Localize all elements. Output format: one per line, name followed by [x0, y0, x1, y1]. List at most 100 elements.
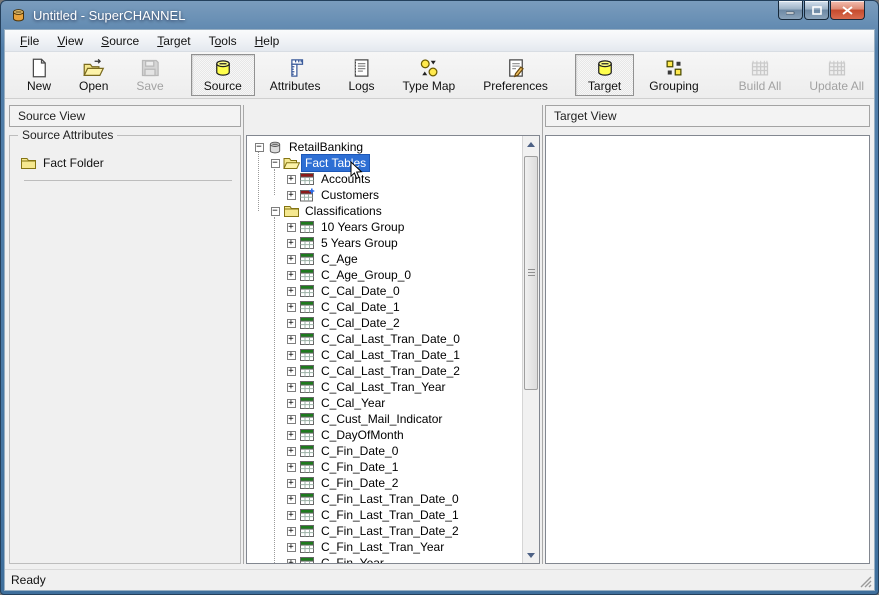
toolbar-button-new[interactable]: New	[14, 54, 64, 96]
toolbar-button-target[interactable]: Target	[575, 54, 634, 96]
toolbar-button-logs[interactable]: Logs	[335, 54, 387, 96]
expand-toggle-icon[interactable]: +	[287, 287, 296, 296]
tree-item-label[interactable]: C_Cal_Last_Tran_Date_1	[318, 347, 463, 363]
tree-item-label[interactable]: C_Fin_Last_Tran_Date_0	[318, 491, 462, 507]
tree-item-label[interactable]: C_Fin_Last_Tran_Year	[318, 539, 447, 555]
expand-toggle-icon[interactable]: +	[287, 367, 296, 376]
expand-toggle-icon[interactable]: +	[287, 543, 296, 552]
tree-item-c-cal-year[interactable]: + C_Cal_Year	[251, 395, 522, 411]
toolbar-button-grouping[interactable]: Grouping	[636, 54, 711, 96]
tree-item-label[interactable]: C_Cal_Year	[318, 395, 388, 411]
tree-item-label[interactable]: Customers	[318, 187, 382, 203]
tree-item-5-years-group[interactable]: +5 Years Group	[251, 235, 522, 251]
tree-item-label[interactable]: C_Age_Group_0	[318, 267, 414, 283]
menu-item-source[interactable]: Source	[92, 31, 148, 51]
tree-item-c-fin-date-0[interactable]: + C_Fin_Date_0	[251, 443, 522, 459]
expand-toggle-icon[interactable]: +	[287, 175, 296, 184]
expand-toggle-icon[interactable]: +	[287, 383, 296, 392]
tree-item-c-fin-year[interactable]: + C_Fin_Year	[251, 555, 522, 563]
tree-item-label[interactable]: C_Fin_Year	[318, 555, 387, 563]
tree-item-c-fin-last-tran-date-1[interactable]: + C_Fin_Last_Tran_Date_1	[251, 507, 522, 523]
tree-item-label[interactable]: C_Cal_Last_Tran_Year	[318, 379, 449, 395]
maximize-button[interactable]	[804, 1, 829, 20]
tree-item-c-age[interactable]: + C_Age	[251, 251, 522, 267]
tree-scrollbar[interactable]	[522, 136, 539, 563]
toolbar-button-open[interactable]: Open	[66, 54, 121, 96]
tree-item-10-years-group[interactable]: +10 Years Group	[251, 219, 522, 235]
expand-toggle-icon[interactable]: +	[287, 351, 296, 360]
tree-item-c-fin-last-tran-date-0[interactable]: + C_Fin_Last_Tran_Date_0	[251, 491, 522, 507]
tree-item-label[interactable]: C_Cal_Date_2	[318, 315, 403, 331]
tree-item-label[interactable]: C_Cal_Last_Tran_Date_0	[318, 331, 463, 347]
tree-item-c-cal-date-2[interactable]: + C_Cal_Date_2	[251, 315, 522, 331]
expand-toggle-icon[interactable]: +	[287, 303, 296, 312]
tree-item-customers[interactable]: + Customers	[251, 187, 522, 203]
tree-item-c-fin-date-2[interactable]: +C_Fin_Date_2	[251, 475, 522, 491]
expand-toggle-icon[interactable]: +	[287, 495, 296, 504]
expand-toggle-icon[interactable]: +	[287, 223, 296, 232]
tree-item-label[interactable]: C_Cal_Date_0	[318, 283, 403, 299]
minimize-button[interactable]	[778, 1, 803, 20]
expand-toggle-icon[interactable]: +	[287, 271, 296, 280]
toolbar-button-type-map[interactable]: Type Map	[390, 54, 469, 96]
resize-grip-icon[interactable]	[859, 575, 872, 588]
titlebar[interactable]: Untitled - SuperCHANNEL	[4, 1, 875, 29]
menu-item-tools[interactable]: Tools	[200, 31, 246, 51]
tree-item-c-cal-last-tran-year[interactable]: + C_Cal_Last_Tran_Year	[251, 379, 522, 395]
tree-item-accounts[interactable]: + Accounts	[251, 171, 522, 187]
expand-toggle-icon[interactable]: +	[287, 399, 296, 408]
tree-item-retailbanking[interactable]: − RetailBanking	[251, 139, 522, 155]
tree-item-c-cal-date-0[interactable]: + C_Cal_Date_0	[251, 283, 522, 299]
tree-item-label[interactable]: Classifications	[302, 203, 385, 219]
expand-toggle-icon[interactable]: +	[287, 335, 296, 344]
tree-item-fact-tables[interactable]: − Fact Tables	[251, 155, 522, 171]
tree-item-c-cal-last-tran-date-2[interactable]: + C_Cal_Last_Tran_Date_2	[251, 363, 522, 379]
tree-item-classifications[interactable]: − Classifications	[251, 203, 522, 219]
collapse-toggle-icon[interactable]: −	[271, 159, 280, 168]
tree-item-c-age-group-0[interactable]: + C_Age_Group_0	[251, 267, 522, 283]
scrollbar-up-button[interactable]	[523, 136, 539, 152]
scrollbar-thumb[interactable]	[524, 156, 538, 390]
target-tree-empty[interactable]	[545, 135, 870, 564]
tree-item-c-dayofmonth[interactable]: + C_DayOfMonth	[251, 427, 522, 443]
expand-toggle-icon[interactable]: +	[287, 191, 296, 200]
tree-item-label[interactable]: C_Age	[318, 251, 361, 267]
tree-item-label[interactable]: C_Fin_Date_2	[318, 475, 401, 491]
tree-item-label[interactable]: Fact Tables	[302, 155, 369, 171]
close-button[interactable]	[830, 1, 865, 20]
expand-toggle-icon[interactable]: +	[287, 559, 296, 564]
expand-toggle-icon[interactable]: +	[287, 527, 296, 536]
expand-toggle-icon[interactable]: +	[287, 431, 296, 440]
tree-item-label[interactable]: Accounts	[318, 171, 373, 187]
toolbar-button-source[interactable]: Source	[191, 54, 255, 96]
tree-item-c-fin-date-1[interactable]: + C_Fin_Date_1	[251, 459, 522, 475]
tree-item-label[interactable]: RetailBanking	[286, 139, 366, 155]
expand-toggle-icon[interactable]: +	[287, 319, 296, 328]
tree-item-label[interactable]: C_Cust_Mail_Indicator	[318, 411, 445, 427]
tree-item-label[interactable]: C_Cal_Date_1	[318, 299, 403, 315]
menu-item-view[interactable]: View	[48, 31, 92, 51]
tree-item-label[interactable]: C_Fin_Last_Tran_Date_1	[318, 507, 462, 523]
menu-item-file[interactable]: File	[11, 31, 48, 51]
tree-item-label[interactable]: C_Fin_Date_1	[318, 459, 401, 475]
tree-item-c-cal-last-tran-date-0[interactable]: + C_Cal_Last_Tran_Date_0	[251, 331, 522, 347]
expand-toggle-icon[interactable]: +	[287, 415, 296, 424]
expand-toggle-icon[interactable]: +	[287, 447, 296, 456]
expand-toggle-icon[interactable]: +	[287, 511, 296, 520]
collapse-toggle-icon[interactable]: −	[255, 143, 264, 152]
expand-toggle-icon[interactable]: +	[287, 239, 296, 248]
tree-item-c-cust-mail-indicator[interactable]: + C_Cust_Mail_Indicator	[251, 411, 522, 427]
scrollbar-down-button[interactable]	[523, 547, 539, 563]
tree-item-c-fin-last-tran-date-2[interactable]: +C_Fin_Last_Tran_Date_2	[251, 523, 522, 539]
tree-item-label[interactable]: C_Fin_Date_0	[318, 443, 401, 459]
collapse-toggle-icon[interactable]: −	[271, 207, 280, 216]
expand-toggle-icon[interactable]: +	[287, 255, 296, 264]
tree-item-c-cal-date-1[interactable]: + C_Cal_Date_1	[251, 299, 522, 315]
tree-item-label[interactable]: 5 Years Group	[318, 235, 401, 251]
expand-toggle-icon[interactable]: +	[287, 463, 296, 472]
tree-item-label[interactable]: C_Cal_Last_Tran_Date_2	[318, 363, 463, 379]
toolbar-button-attributes[interactable]: Attributes	[257, 54, 334, 96]
tree-item-label[interactable]: 10 Years Group	[318, 219, 407, 235]
toolbar-button-preferences[interactable]: Preferences	[470, 54, 561, 96]
tree-item-label[interactable]: C_DayOfMonth	[318, 427, 407, 443]
